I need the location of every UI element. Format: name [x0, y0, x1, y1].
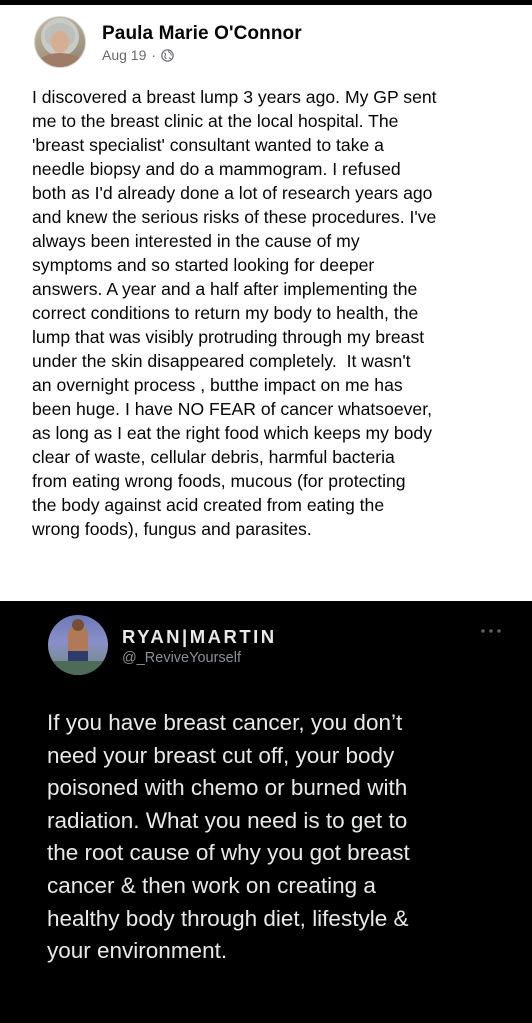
post-body-line: always been interested in the cause of m…: [32, 231, 360, 251]
tweet-handle[interactable]: @_ReviveYourself: [122, 650, 241, 666]
post-body-line: 'breast specialist' consultant wanted to…: [32, 135, 384, 155]
post-body-line: needle biopsy and do a mammogram. I refu…: [32, 159, 401, 179]
tweet-card: RYAN|MARTIN @_ReviveYourself If you have…: [0, 601, 532, 1023]
more-horizontal-icon[interactable]: [480, 627, 502, 635]
post-body-line: me to the breast clinic at the local hos…: [32, 111, 399, 131]
tweet-body-line: need your breast cut off, your body: [47, 742, 395, 768]
post-body-line: answers. A year and a half after impleme…: [32, 279, 418, 299]
post-body-line: from eating wrong foods, mucous (for pro…: [32, 471, 406, 491]
post-body-line: clear of waste, cellular debris, harmful…: [32, 447, 395, 467]
tweet-display-name[interactable]: RYAN|MARTIN: [122, 626, 277, 648]
facebook-post: Paula Marie O'Connor Aug 19 · I discover…: [0, 5, 532, 601]
post-body-line: an overnight process , butthe impact on …: [32, 375, 403, 395]
tweet-body: If you have breast cancer, you don’t nee…: [47, 707, 527, 968]
post-body: I discovered a breast lump 3 years ago. …: [32, 85, 524, 541]
tweet-body-line: your environment.: [47, 938, 228, 964]
post-body-line: the body against acid created from eatin…: [32, 495, 385, 515]
post-meta: Aug 19 ·: [102, 47, 174, 63]
post-body-line: lump that was visibly protruding through…: [32, 327, 425, 347]
avatar-shorts: [68, 651, 88, 661]
tweet-body-line: healthy body through diet, lifestyle &: [47, 905, 409, 931]
avatar-shoulders: [39, 53, 81, 67]
post-body-line: as long as I eat the right food which ke…: [32, 423, 433, 443]
post-body-line: wrong foods), fungus and parasites.: [32, 519, 312, 539]
post-body-line: and knew the serious risks of these proc…: [32, 207, 437, 227]
avatar-face: [51, 31, 69, 53]
globe-icon[interactable]: [161, 48, 174, 62]
tweet-avatar[interactable]: [48, 615, 108, 675]
avatar-head: [72, 619, 84, 631]
post-body-line: been huge. I have NO FEAR of cancer what…: [32, 399, 432, 419]
tweet-body-line: radiation. What you need is to get to: [47, 807, 408, 833]
screenshot-collage: Paula Marie O'Connor Aug 19 · I discover…: [0, 0, 532, 1023]
meta-separator: ·: [151, 47, 157, 63]
post-body-line: symptoms and so started looking for deep…: [32, 255, 375, 275]
tweet-body-line: cancer & then work on creating a: [47, 872, 376, 898]
post-body-line: both as I'd already done a lot of resear…: [32, 183, 433, 203]
tweet-body-line: the root cause of why you got breast: [47, 840, 410, 866]
tweet-body-line: poisoned with chemo or burned with: [47, 775, 408, 801]
post-body-line: correct conditions to return my body to …: [32, 303, 419, 323]
post-date[interactable]: Aug 19: [102, 47, 146, 63]
author-avatar[interactable]: [34, 16, 86, 68]
tweet-body-line: If you have breast cancer, you don’t: [47, 710, 403, 735]
author-name[interactable]: Paula Marie O'Connor: [102, 23, 302, 45]
avatar-ground: [48, 661, 108, 675]
post-body-line: I discovered a breast lump 3 years ago. …: [32, 87, 437, 107]
post-body-line: under the skin disappeared completely. I…: [32, 351, 411, 371]
